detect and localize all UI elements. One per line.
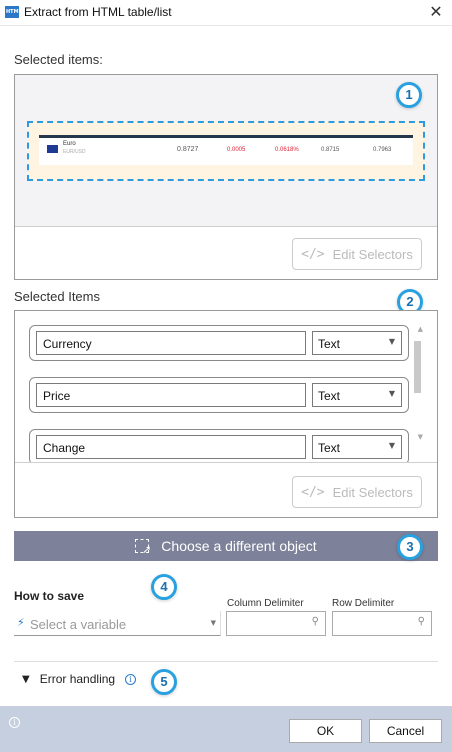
step-badge-4: 4 — [151, 574, 177, 600]
preview-row-name: Euro — [63, 141, 76, 147]
column-delimiter-label: Column Delimiter — [227, 598, 304, 609]
selected-items-preview-label: Selected items: — [14, 52, 103, 67]
selected-items-list: Currency Text ▼ Price Text ▼ Change Text… — [14, 310, 438, 518]
select-cursor-icon — [135, 539, 152, 556]
column-delimiter-input[interactable]: ⚲ — [226, 611, 326, 636]
fields-scroll-area[interactable]: Currency Text ▼ Price Text ▼ Change Text… — [15, 311, 437, 463]
error-handling-toggle[interactable]: ▼ Error handling i — [22, 672, 137, 686]
preview-row-change: 0.0005 — [227, 147, 246, 153]
chevron-down-icon: ▼ — [22, 673, 30, 685]
preview-row-change-pct: 0.0618% — [275, 147, 299, 153]
field-type-value: Text — [318, 389, 341, 403]
preview-row-value-5: 0.7963 — [373, 147, 392, 153]
field-name-input[interactable]: Change — [36, 435, 306, 459]
highlighted-selection[interactable]: Euro EUR/USD 0.8727 0.0005 0.0618% 0.871… — [27, 121, 425, 181]
edit-selectors-button[interactable]: </> Edit Selectors — [292, 476, 422, 508]
title-bar: HTML Extract from HTML table/list ✕ — [0, 0, 452, 26]
scrollbar-thumb[interactable] — [414, 341, 421, 393]
close-icon[interactable]: ✕ — [426, 2, 446, 22]
cancel-button[interactable]: Cancel — [369, 719, 442, 743]
field-type-select[interactable]: Text ▼ — [312, 435, 402, 459]
ok-button[interactable]: OK — [289, 719, 362, 743]
step-badge-3: 3 — [397, 534, 423, 560]
variable-placeholder: Select a variable — [30, 617, 127, 632]
code-icon: </> — [301, 246, 325, 262]
pin-icon[interactable]: ⚲ — [312, 616, 319, 627]
field-type-select[interactable]: Text ▼ — [312, 383, 402, 407]
variable-select[interactable]: ⚡ Select a variable ▼ — [14, 611, 221, 636]
row-delimiter-input[interactable]: ⚲ — [332, 611, 432, 636]
preview-image-area: Euro EUR/USD 0.8727 0.0005 0.0618% 0.871… — [15, 75, 437, 227]
html-app-icon: HTML — [5, 6, 22, 18]
field-name-input[interactable]: Currency — [36, 331, 306, 355]
field-row: Currency Text ▼ — [29, 325, 409, 361]
row-delimiter-label: Row Delimiter — [332, 598, 395, 609]
field-type-value: Text — [318, 441, 341, 455]
code-icon: </> — [301, 484, 325, 500]
edit-selectors-label: Edit Selectors — [332, 484, 413, 500]
scroll-down-icon[interactable]: ▼ — [418, 433, 423, 441]
step-badge-1: 1 — [396, 82, 422, 108]
window-title: Extract from HTML table/list — [24, 5, 172, 19]
bolt-icon: ⚡ — [17, 616, 25, 629]
choose-label: Choose a different object — [161, 538, 317, 554]
edit-selectors-button[interactable]: </> Edit Selectors — [292, 238, 422, 270]
preview-table-row: Euro EUR/USD 0.8727 0.0005 0.0618% 0.871… — [39, 135, 413, 165]
error-handling-label: Error handling — [39, 672, 116, 686]
edit-selectors-label: Edit Selectors — [332, 246, 413, 262]
divider — [14, 661, 438, 662]
field-row: Price Text ▼ — [29, 377, 409, 413]
step-badge-5: 5 — [151, 669, 177, 695]
selected-items-preview: Euro EUR/USD 0.8727 0.0005 0.0618% 0.871… — [14, 74, 438, 280]
field-row: Change Text ▼ — [29, 429, 409, 462]
pin-icon[interactable]: ⚲ — [418, 616, 425, 627]
preview-row-sub: EUR/USD — [63, 149, 86, 155]
info-icon[interactable]: i — [125, 673, 137, 685]
chevron-down-icon: ▼ — [388, 441, 395, 450]
info-icon[interactable]: i — [9, 717, 20, 728]
chevron-down-icon: ▼ — [210, 619, 216, 627]
eu-flag-icon — [47, 145, 58, 153]
preview-row-price: 0.8727 — [177, 146, 199, 153]
field-name-input[interactable]: Price — [36, 383, 306, 407]
selected-items-label: Selected Items — [14, 289, 100, 304]
scroll-up-icon[interactable]: ▲ — [418, 325, 423, 333]
chevron-down-icon: ▼ — [388, 389, 395, 398]
preview-actions: </> Edit Selectors — [15, 227, 437, 279]
preview-row-value-4: 0.8715 — [321, 147, 340, 153]
field-type-value: Text — [318, 337, 341, 351]
field-type-select[interactable]: Text ▼ — [312, 331, 402, 355]
dialog-footer: i OK Cancel — [0, 706, 452, 752]
choose-different-object-button[interactable]: Choose a different object — [14, 531, 438, 561]
chevron-down-icon: ▼ — [388, 337, 395, 346]
how-to-save-label: How to save — [14, 589, 85, 603]
